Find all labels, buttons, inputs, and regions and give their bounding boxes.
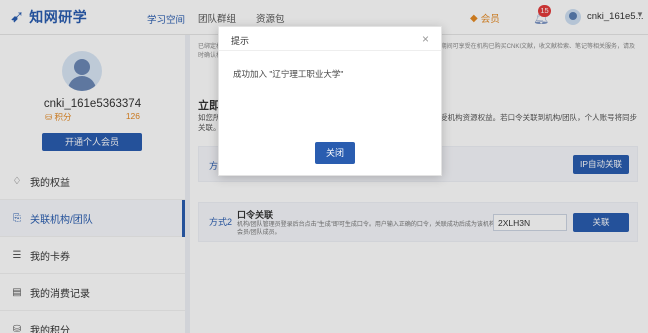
- dialog-title: 提示: [231, 36, 250, 46]
- close-button[interactable]: 关闭: [315, 142, 355, 164]
- dialog-message: 成功加入 "辽宁理工职业大学": [233, 69, 344, 79]
- dialog-divider: [219, 50, 441, 51]
- close-icon[interactable]: ×: [422, 32, 429, 46]
- success-dialog: 提示 × 成功加入 "辽宁理工职业大学" 关闭: [218, 26, 442, 176]
